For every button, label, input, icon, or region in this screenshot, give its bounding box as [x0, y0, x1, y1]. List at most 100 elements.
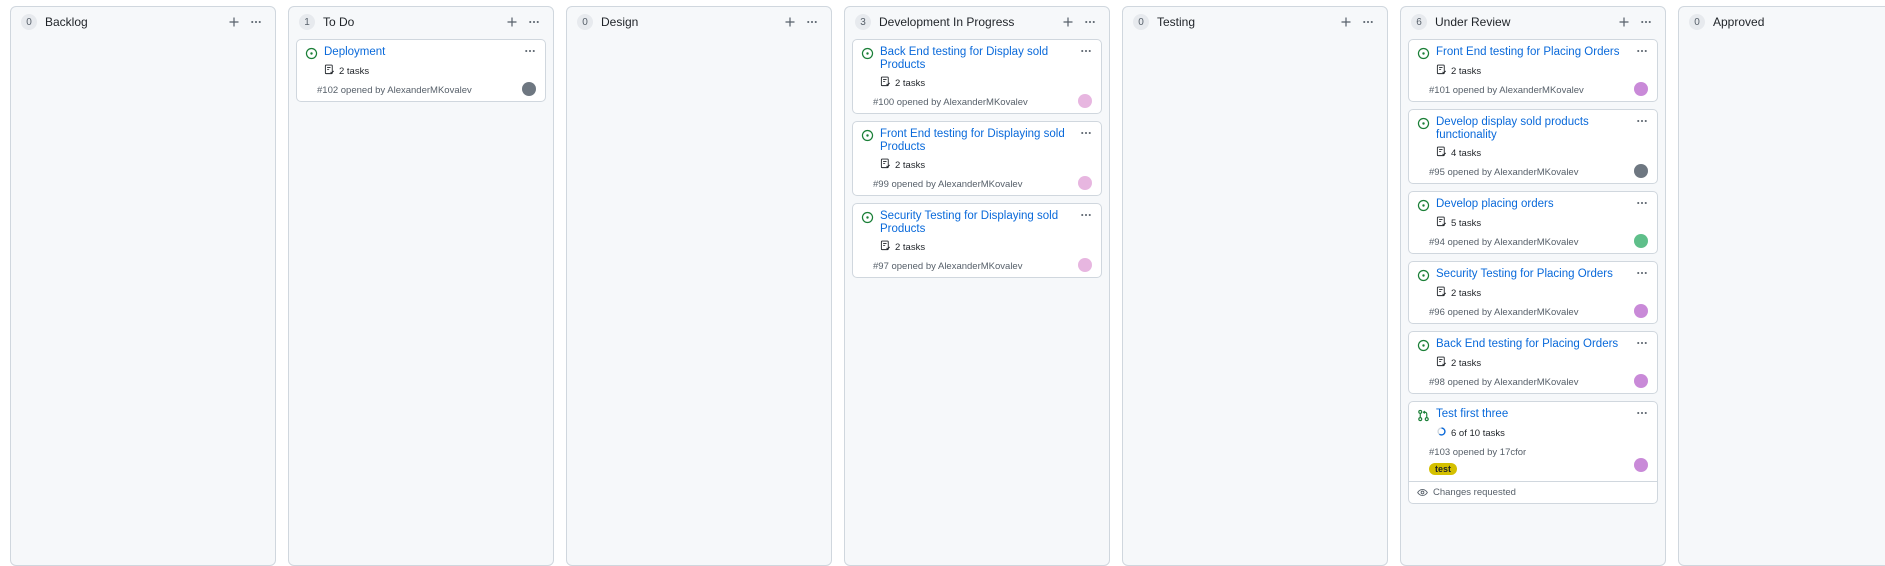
column-menu-icon[interactable]: [1635, 11, 1657, 33]
tasklist-icon: [880, 76, 895, 90]
issue-open-icon: [1417, 339, 1430, 352]
add-item-icon[interactable]: [501, 11, 523, 33]
avatar[interactable]: [1634, 234, 1648, 248]
card-meta: #98 opened by AlexanderMKovalev: [1429, 377, 1579, 388]
card-meta: #94 opened by AlexanderMKovalev: [1429, 237, 1579, 248]
add-item-icon[interactable]: [779, 11, 801, 33]
column-count: 0: [577, 14, 593, 30]
task-count: 2 tasks: [1451, 65, 1482, 77]
card-meta: #101 opened by AlexanderMKovalev: [1429, 85, 1584, 96]
card-menu-icon[interactable]: [1077, 126, 1095, 140]
add-item-icon[interactable]: [1335, 11, 1357, 33]
column-cards: Front End testing for Placing Orders 2 t…: [1401, 37, 1665, 506]
column-header: 3 Development In Progress: [845, 7, 1109, 37]
column-menu-icon[interactable]: [1357, 11, 1379, 33]
task-count: 5 tasks: [1451, 217, 1482, 229]
issue-card[interactable]: Develop display sold products functional…: [1408, 109, 1658, 184]
column-under-review: 6 Under Review Front End testing for Pla…: [1400, 6, 1666, 566]
project-board: 0 Backlog 1 To Do Deployment 2 tasks #10…: [10, 0, 1885, 566]
pull-request-card[interactable]: Test first three 6 of 10 tasks #103 open…: [1408, 401, 1658, 504]
column-backlog: 0 Backlog: [10, 6, 276, 566]
column-cards: Deployment 2 tasks #102 opened by Alexan…: [289, 37, 553, 104]
avatar[interactable]: [1078, 258, 1092, 272]
card-menu-icon[interactable]: [521, 44, 539, 58]
add-item-icon[interactable]: [1613, 11, 1635, 33]
column-menu-icon[interactable]: [523, 11, 545, 33]
column-menu-icon[interactable]: [801, 11, 823, 33]
card-meta: #103 opened by 17cfor: [1429, 447, 1527, 458]
card-menu-icon[interactable]: [1633, 44, 1651, 58]
task-count: 2 tasks: [895, 159, 926, 171]
avatar[interactable]: [522, 82, 536, 96]
column-title: Testing: [1157, 15, 1196, 29]
column-design: 0 Design: [566, 6, 832, 566]
add-item-icon[interactable]: [1057, 11, 1079, 33]
column-title: Backlog: [45, 15, 88, 29]
task-count: 4 tasks: [1451, 147, 1482, 159]
issue-card[interactable]: Security Testing for Displaying sold Pro…: [852, 203, 1102, 278]
avatar[interactable]: [1634, 458, 1648, 472]
card-title-link[interactable]: Deployment: [324, 46, 537, 59]
card-menu-icon[interactable]: [1633, 114, 1651, 128]
column-menu-icon[interactable]: [1079, 11, 1101, 33]
column-header: 1 To Do: [289, 7, 553, 37]
issue-card[interactable]: Front End testing for Placing Orders 2 t…: [1408, 39, 1658, 102]
card-title-link[interactable]: Develop display sold products functional…: [1436, 116, 1649, 142]
card-title-link[interactable]: Front End testing for Displaying sold Pr…: [880, 128, 1093, 154]
card-title-link[interactable]: Develop placing orders: [1436, 198, 1649, 211]
column-count: 0: [21, 14, 37, 30]
issue-card[interactable]: Deployment 2 tasks #102 opened by Alexan…: [296, 39, 546, 102]
card-menu-icon[interactable]: [1633, 196, 1651, 210]
issue-card[interactable]: Back End testing for Placing Orders 2 ta…: [1408, 331, 1658, 394]
card-menu-icon[interactable]: [1633, 406, 1651, 420]
column-title: To Do: [323, 15, 355, 29]
column-header: 0 Approved: [1679, 7, 1885, 37]
task-list-summary: 2 tasks: [1436, 64, 1649, 78]
avatar[interactable]: [1634, 374, 1648, 388]
card-title-link[interactable]: Back End testing for Placing Orders: [1436, 338, 1649, 351]
column-count: 0: [1689, 14, 1705, 30]
issue-card[interactable]: Back End testing for Display sold Produc…: [852, 39, 1102, 114]
eye-icon: [1417, 487, 1433, 498]
issue-card[interactable]: Front End testing for Displaying sold Pr…: [852, 121, 1102, 196]
column-menu-icon[interactable]: [245, 11, 267, 33]
issue-card[interactable]: Security Testing for Placing Orders 2 ta…: [1408, 261, 1658, 324]
issue-card[interactable]: Develop placing orders 5 tasks #94 opene…: [1408, 191, 1658, 254]
card-header: Develop display sold products functional…: [1417, 116, 1649, 142]
task-count: 2 tasks: [1451, 357, 1482, 369]
card-title-link[interactable]: Test first three: [1436, 408, 1649, 421]
avatar[interactable]: [1078, 94, 1092, 108]
column-header: 6 Under Review: [1401, 7, 1665, 37]
card-menu-icon[interactable]: [1077, 44, 1095, 58]
avatar[interactable]: [1634, 304, 1648, 318]
issue-open-icon: [861, 211, 874, 224]
label-pill[interactable]: test: [1429, 463, 1458, 475]
task-list-summary: 2 tasks: [880, 76, 1093, 90]
tasklist-icon: [324, 64, 339, 78]
card-header: Front End testing for Displaying sold Pr…: [861, 128, 1093, 154]
card-meta: #97 opened by AlexanderMKovalev: [873, 261, 1023, 272]
card-meta: #102 opened by AlexanderMKovalev: [317, 85, 472, 96]
card-menu-icon[interactable]: [1633, 266, 1651, 280]
column-count: 6: [1411, 14, 1427, 30]
issue-open-icon: [1417, 199, 1430, 212]
tasklist-icon: [880, 240, 895, 254]
add-item-icon[interactable]: [223, 11, 245, 33]
column-header: 0 Design: [567, 7, 831, 37]
avatar[interactable]: [1634, 164, 1648, 178]
card-title-link[interactable]: Front End testing for Placing Orders: [1436, 46, 1649, 59]
card-title-link[interactable]: Security Testing for Displaying sold Pro…: [880, 210, 1093, 236]
column-approved: 0 Approved: [1678, 6, 1885, 566]
tasklist-icon: [1436, 146, 1451, 160]
card-title-link[interactable]: Security Testing for Placing Orders: [1436, 268, 1649, 281]
avatar[interactable]: [1634, 82, 1648, 96]
avatar[interactable]: [1078, 176, 1092, 190]
column-count: 0: [1133, 14, 1149, 30]
column-to-do: 1 To Do Deployment 2 tasks #102 opened b…: [288, 6, 554, 566]
card-menu-icon[interactable]: [1633, 336, 1651, 350]
tasklist-icon: [1436, 356, 1451, 370]
card-meta: #96 opened by AlexanderMKovalev: [1429, 307, 1579, 318]
review-status-text: Changes requested: [1433, 487, 1516, 498]
card-title-link[interactable]: Back End testing for Display sold Produc…: [880, 46, 1093, 72]
card-menu-icon[interactable]: [1077, 208, 1095, 222]
